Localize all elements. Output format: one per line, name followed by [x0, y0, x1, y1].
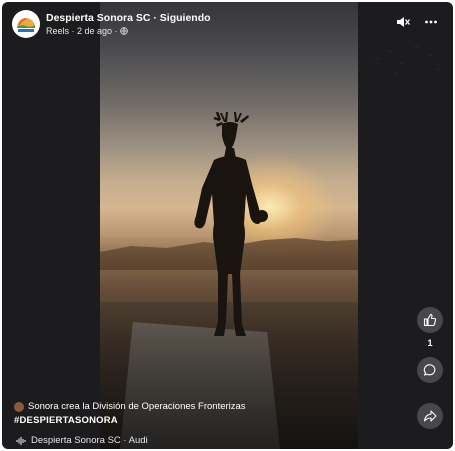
share-arrow-icon	[423, 410, 437, 422]
post-header: Despierta Sonora SC · Siguiendo Reels · …	[12, 10, 211, 38]
globe-icon	[119, 26, 128, 35]
caption-emoji-icon	[14, 401, 24, 412]
reel-actions: 1	[416, 307, 444, 429]
follow-status-button[interactable]: Siguiendo	[160, 12, 211, 24]
page-name-link[interactable]: Despierta Sonora SC	[46, 12, 150, 24]
header-separator: ·	[150, 11, 160, 24]
hashtag-link[interactable]: #DESPIERTASONORA	[14, 415, 314, 426]
share-button[interactable]	[417, 403, 443, 429]
thumbs-up-icon	[423, 313, 437, 327]
caption-text: Sonora crea la División de Operaciones F…	[28, 401, 246, 412]
deer-dancer-statue-silhouette	[194, 112, 268, 336]
page-avatar[interactable]	[12, 10, 40, 38]
more-options-button[interactable]	[423, 14, 439, 30]
header-text: Despierta Sonora SC · Siguiendo Reels · …	[46, 12, 211, 37]
audio-label: Despierta Sonora SC · Audi	[31, 435, 148, 446]
post-meta-text[interactable]: Reels · 2 de ago ·	[46, 25, 118, 37]
video-frame[interactable]	[100, 2, 441, 449]
post-meta: Reels · 2 de ago ·	[46, 25, 211, 37]
reel-player[interactable]: Despierta Sonora SC · Siguiendo Reels · …	[2, 2, 453, 449]
comment-bubble-icon	[423, 364, 436, 376]
mute-button[interactable]	[395, 14, 411, 30]
comment-button[interactable]	[417, 357, 443, 383]
birds-silhouette	[373, 45, 441, 75]
audio-info[interactable]: Despierta Sonora SC · Audi	[16, 435, 148, 446]
speaker-muted-icon	[397, 17, 410, 27]
like-count: 1	[427, 338, 433, 348]
caption-line: Sonora crea la División de Operaciones F…	[14, 401, 314, 412]
reel-caption: Sonora crea la División de Operaciones F…	[14, 401, 314, 426]
audio-waveform-icon	[16, 436, 26, 445]
video-controls	[395, 14, 439, 30]
more-dots-icon	[425, 20, 437, 24]
page-title-line: Despierta Sonora SC · Siguiendo	[46, 12, 211, 25]
despierta-sonora-logo-icon	[17, 18, 35, 32]
like-button[interactable]	[417, 307, 443, 333]
